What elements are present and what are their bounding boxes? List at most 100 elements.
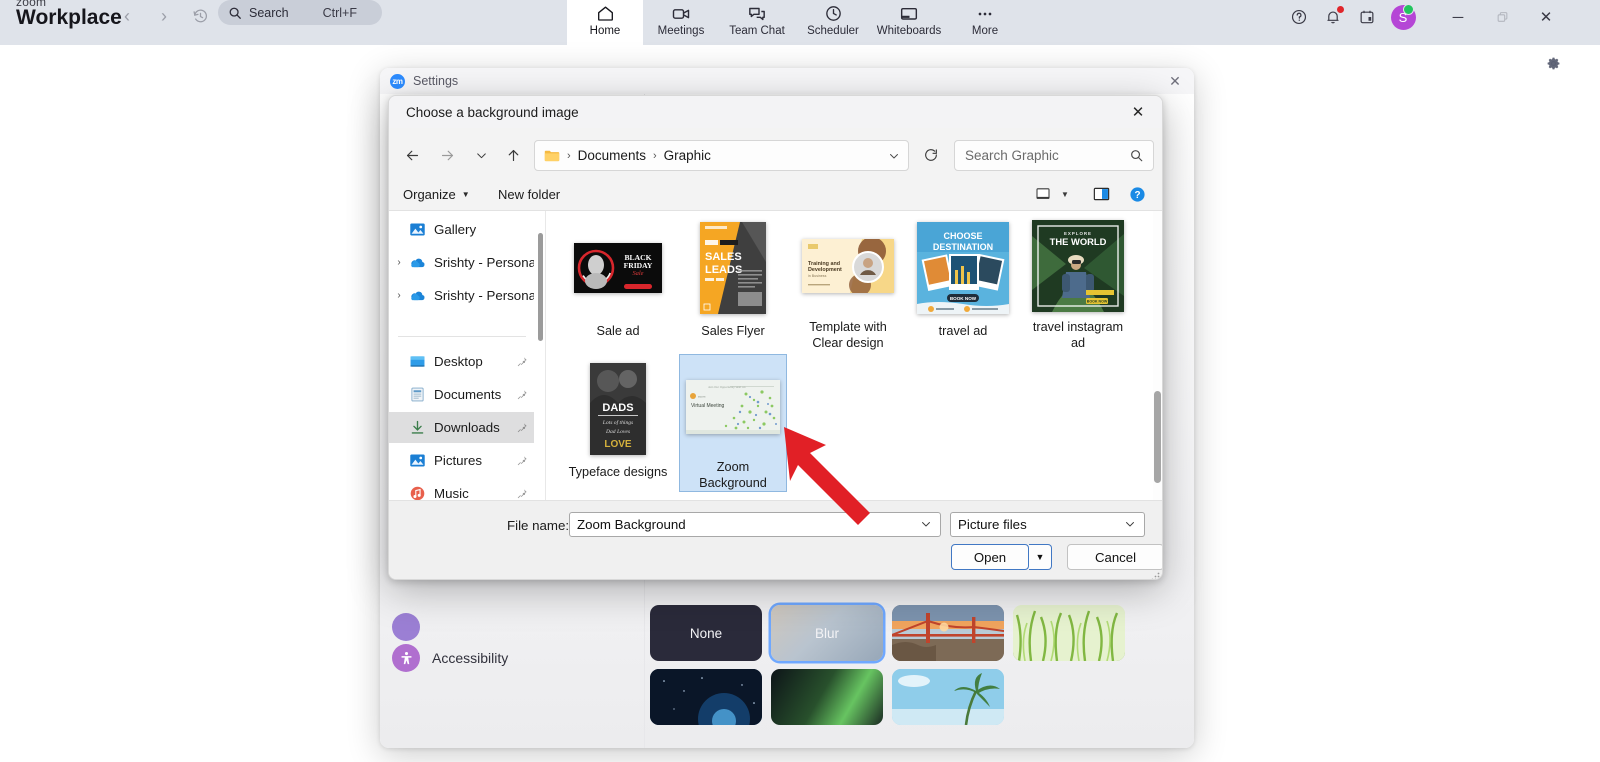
history-clock-icon[interactable] [188, 4, 212, 28]
breadcrumb-chevron-down-icon[interactable] [880, 141, 908, 170]
tab-scheduler[interactable]: Scheduler [795, 0, 871, 45]
up-arrow-icon[interactable] [499, 141, 527, 169]
forward-arrow-icon[interactable]: › [150, 2, 178, 30]
downloads-icon [409, 419, 426, 436]
tree-item-downloads[interactable]: Downloads [389, 412, 534, 443]
bell-icon[interactable] [1316, 0, 1350, 34]
tree-item-gallery[interactable]: Gallery [389, 214, 534, 245]
vb-tile-grass[interactable] [1013, 605, 1125, 661]
file-item-template-clear-design[interactable]: Training and Development in Business Tem… [794, 213, 902, 351]
refresh-icon[interactable] [917, 141, 945, 169]
vb-tile-space[interactable] [650, 669, 762, 725]
notification-badge-dot [1337, 6, 1344, 13]
file-item-travel-ad[interactable]: CHOOSE DESTINATION BOOK NOW travel ad [909, 213, 1017, 351]
svg-text:in Business: in Business [808, 274, 827, 278]
question-mark-icon[interactable] [1282, 0, 1316, 34]
resize-grip[interactable] [1150, 568, 1160, 579]
tree-item-pictures[interactable]: Pictures [389, 445, 534, 476]
search-input[interactable]: Search Graphic [954, 140, 1154, 171]
pin-icon[interactable] [516, 454, 528, 466]
breadcrumb-chevron-1: › [567, 149, 571, 162]
close-icon[interactable]: ✕ [1524, 0, 1568, 34]
file-item-zoom-background-label: Zoom Background [699, 460, 767, 490]
cancel-button[interactable]: Cancel [1067, 544, 1162, 570]
file-item-travel-instagram-ad[interactable]: EXPLORE THE WORLD BOOK NOW travel instag… [1024, 213, 1132, 351]
tab-home[interactable]: Home [567, 0, 643, 45]
tree-item-music[interactable]: Music [389, 478, 534, 501]
home-icon [596, 3, 615, 24]
organize-button[interactable]: Organize ▼ [403, 187, 470, 202]
file-item-travel-ad-label: travel ad [938, 324, 988, 338]
navigation-tree: Gallery › Srishty - Personal › Srishty -… [389, 211, 544, 501]
svg-text:Virtual Meeting: Virtual Meeting [691, 403, 724, 409]
chevron-right-icon[interactable]: › [389, 257, 409, 268]
avatar[interactable]: S [1384, 0, 1422, 34]
file-item-zoom-background[interactable]: Join Our Opportunity With Us zoom Virtua… [679, 354, 787, 492]
file-grid-scrollbar-thumb[interactable] [1154, 391, 1161, 483]
tab-whiteboards[interactable]: Whiteboards [871, 0, 947, 45]
pin-icon[interactable] [516, 421, 528, 433]
tree-item-documents[interactable]: Documents [389, 379, 534, 410]
svg-text:zoom: zoom [698, 395, 706, 399]
forward-arrow-icon[interactable] [433, 141, 461, 169]
onedrive-icon [409, 287, 426, 304]
chevron-down-icon[interactable] [920, 518, 932, 533]
vb-tile-beach-palm[interactable] [892, 669, 1004, 725]
open-button[interactable]: Open [951, 544, 1029, 570]
settings-close-icon[interactable]: ✕ [1162, 71, 1188, 91]
tab-strip-left-edge [557, 0, 567, 45]
recent-locations-chevron-down-icon[interactable] [467, 141, 495, 169]
tab-meetings[interactable]: Meetings [643, 0, 719, 45]
tree-item-onedrive-1[interactable]: › Srishty - Personal [389, 247, 534, 278]
tab-home-label: Home [589, 25, 621, 37]
music-icon [409, 485, 426, 501]
vb-tile-golden-gate-bridge[interactable] [892, 605, 1004, 661]
vb-tile-none[interactable]: None [650, 605, 762, 661]
file-picker-dialog: Choose a background image ✕ › Documents … [388, 95, 1163, 580]
svg-text:?: ? [1134, 190, 1140, 201]
palm-art [892, 669, 1004, 725]
vb-tile-aurora[interactable] [771, 669, 883, 725]
file-type-select[interactable]: Picture files [950, 512, 1145, 537]
back-arrow-icon[interactable] [398, 141, 426, 169]
svg-text:CHOOSE: CHOOSE [943, 231, 982, 241]
breadcrumb-part-graphic[interactable]: Graphic [664, 148, 711, 163]
breadcrumb-part-documents[interactable]: Documents [578, 148, 646, 163]
preview-pane-button[interactable] [1093, 186, 1110, 202]
open-dropdown-button[interactable]: ▼ [1029, 544, 1052, 570]
zoom-top-bar: zoom Workplace ‹ › Search Ctrl+F Home Me… [0, 0, 1600, 45]
dialog-close-icon[interactable]: ✕ [1118, 98, 1158, 126]
svg-text:Lots of things: Lots of things [602, 419, 633, 426]
documents-icon [409, 386, 426, 403]
tree-item-onedrive-2-label: Srishty - Personal [434, 288, 534, 303]
file-item-sales-flyer[interactable]: SALES LEADS Sales Flyer [679, 213, 787, 351]
search-input[interactable]: Search Ctrl+F [218, 0, 382, 25]
view-layout-button[interactable]: ▼ [1035, 186, 1069, 202]
training-development-thumbnail: Training and Development in Business [802, 239, 894, 293]
chevron-right-icon[interactable]: › [389, 290, 409, 301]
restore-icon[interactable] [1480, 0, 1524, 34]
whiteboard-icon [899, 3, 919, 24]
tree-item-onedrive-2[interactable]: › Srishty - Personal [389, 280, 534, 311]
back-arrow-icon[interactable]: ‹ [113, 2, 141, 30]
tree-item-desktop[interactable]: Desktop [389, 346, 534, 377]
minimize-icon[interactable]: ─ [1436, 0, 1480, 34]
pin-icon[interactable] [516, 388, 528, 400]
file-item-typeface-designs[interactable]: DADS Lots of things Dad Loves LOVE Typef… [564, 354, 672, 492]
sidebar-item-above-accessibility[interactable] [392, 610, 432, 644]
help-circle-icon[interactable]: ? [1129, 186, 1146, 203]
vb-tile-blur[interactable]: Blur [771, 605, 883, 661]
tab-more[interactable]: More [947, 0, 1023, 45]
breadcrumb[interactable]: › Documents › Graphic [534, 140, 909, 171]
pin-icon[interactable] [516, 355, 528, 367]
pin-icon[interactable] [516, 487, 528, 499]
gear-icon[interactable] [1545, 55, 1562, 72]
tab-team-chat[interactable]: Team Chat [719, 0, 795, 45]
file-item-sale-ad[interactable]: BLACK FRIDAY Sale Sale ad [564, 213, 672, 351]
chevron-down-icon[interactable] [1124, 518, 1136, 533]
new-folder-button[interactable]: New folder [498, 187, 560, 202]
calendar-icon[interactable] [1350, 0, 1384, 34]
file-name-input[interactable]: Zoom Background [569, 512, 941, 537]
tree-scrollbar[interactable] [538, 233, 543, 341]
sidebar-item-accessibility[interactable]: Accessibility [392, 641, 508, 675]
